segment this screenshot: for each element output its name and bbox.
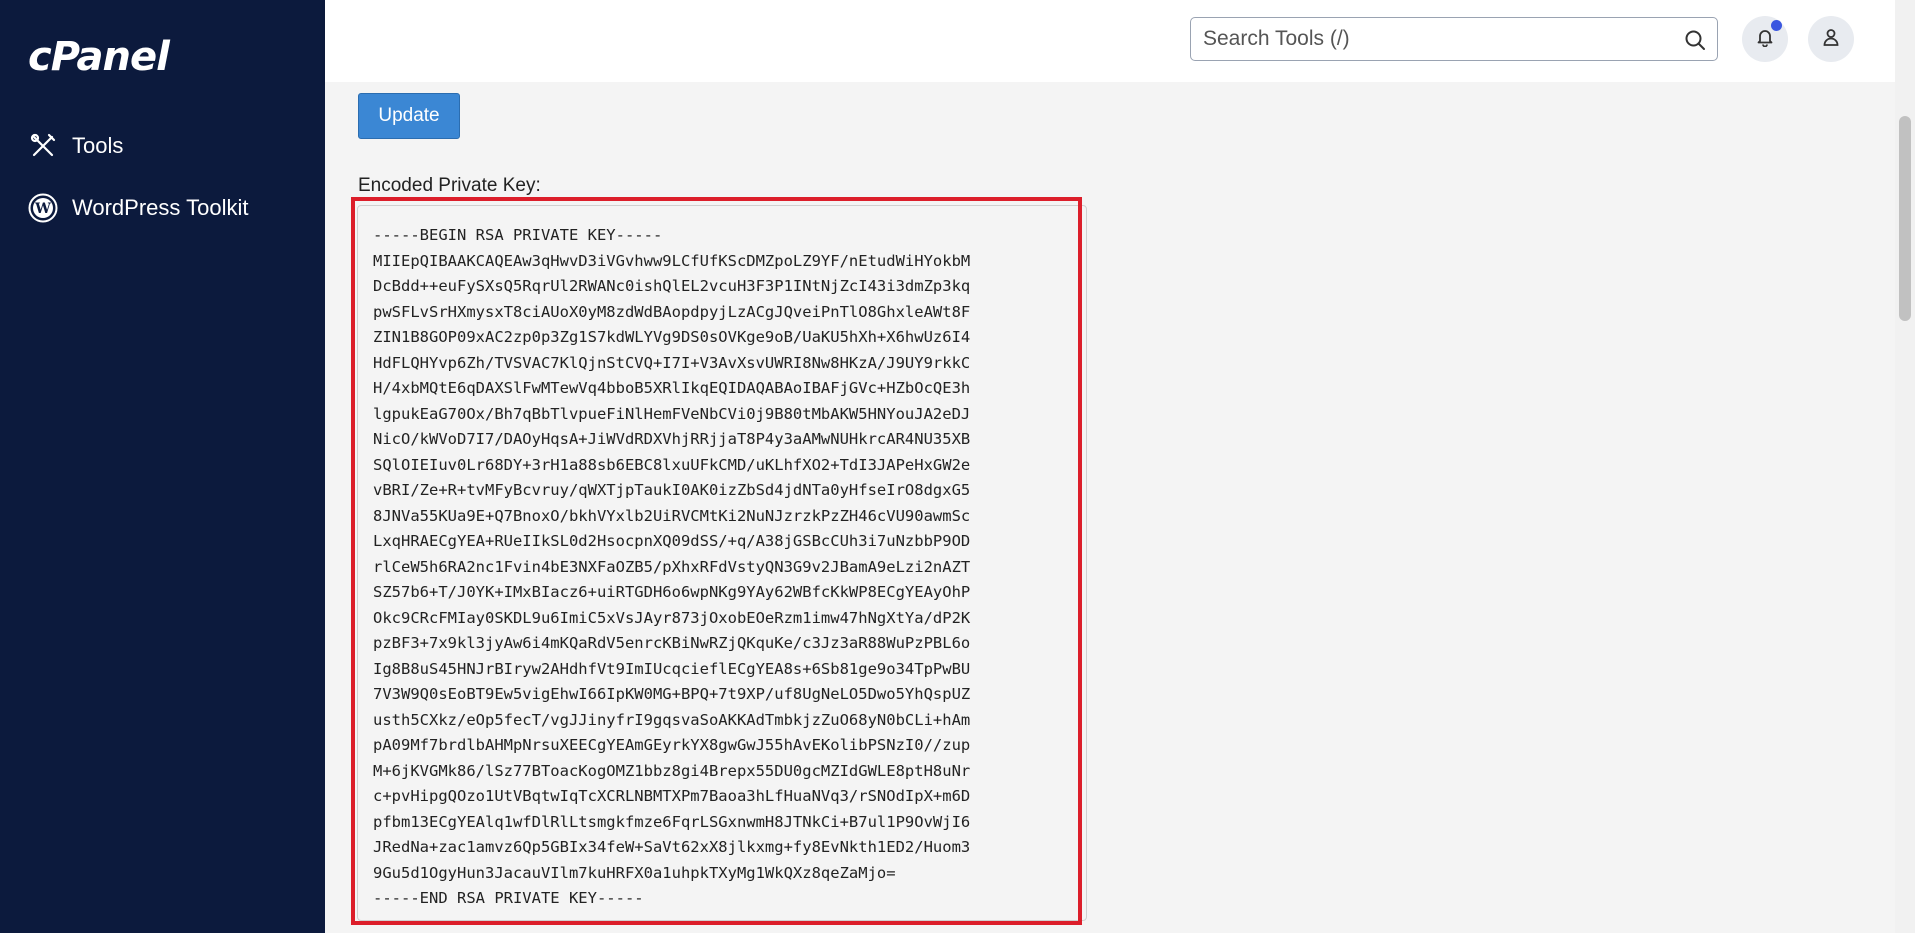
private-key-text: -----BEGIN RSA PRIVATE KEY----- MIIEpQIB… bbox=[373, 226, 971, 907]
user-icon bbox=[1821, 27, 1841, 52]
notifications-button[interactable] bbox=[1742, 16, 1788, 62]
update-button[interactable]: Update bbox=[358, 93, 460, 139]
sidebar-item-tools[interactable]: Tools bbox=[28, 126, 308, 166]
sidebar-item-label: Tools bbox=[72, 133, 124, 158]
search-icon[interactable] bbox=[1683, 28, 1707, 52]
scrollbar-thumb[interactable] bbox=[1899, 116, 1911, 321]
page-scrollbar[interactable] bbox=[1895, 0, 1915, 933]
main-content: Update Encoded Private Key: -----BEGIN R… bbox=[325, 82, 1895, 933]
search-input[interactable] bbox=[1191, 18, 1671, 60]
svg-text:W: W bbox=[34, 201, 51, 217]
notification-dot bbox=[1771, 20, 1782, 31]
bell-icon bbox=[1755, 27, 1775, 52]
tools-icon bbox=[28, 131, 58, 161]
private-key-textarea[interactable]: -----BEGIN RSA PRIVATE KEY----- MIIEpQIB… bbox=[357, 205, 1087, 921]
sidebar: cPanel Tools W WordPress Toolkit bbox=[0, 0, 325, 933]
user-menu-button[interactable] bbox=[1808, 16, 1854, 62]
search-box bbox=[1190, 17, 1718, 61]
sidebar-item-label: WordPress Toolkit bbox=[72, 195, 249, 220]
sidebar-item-wordpress-toolkit[interactable]: W WordPress Toolkit bbox=[28, 188, 308, 228]
top-header bbox=[325, 0, 1895, 82]
cpanel-logo[interactable]: cPanel bbox=[28, 34, 170, 80]
wordpress-icon: W bbox=[28, 193, 58, 223]
encoded-private-key-label: Encoded Private Key: bbox=[358, 175, 541, 196]
